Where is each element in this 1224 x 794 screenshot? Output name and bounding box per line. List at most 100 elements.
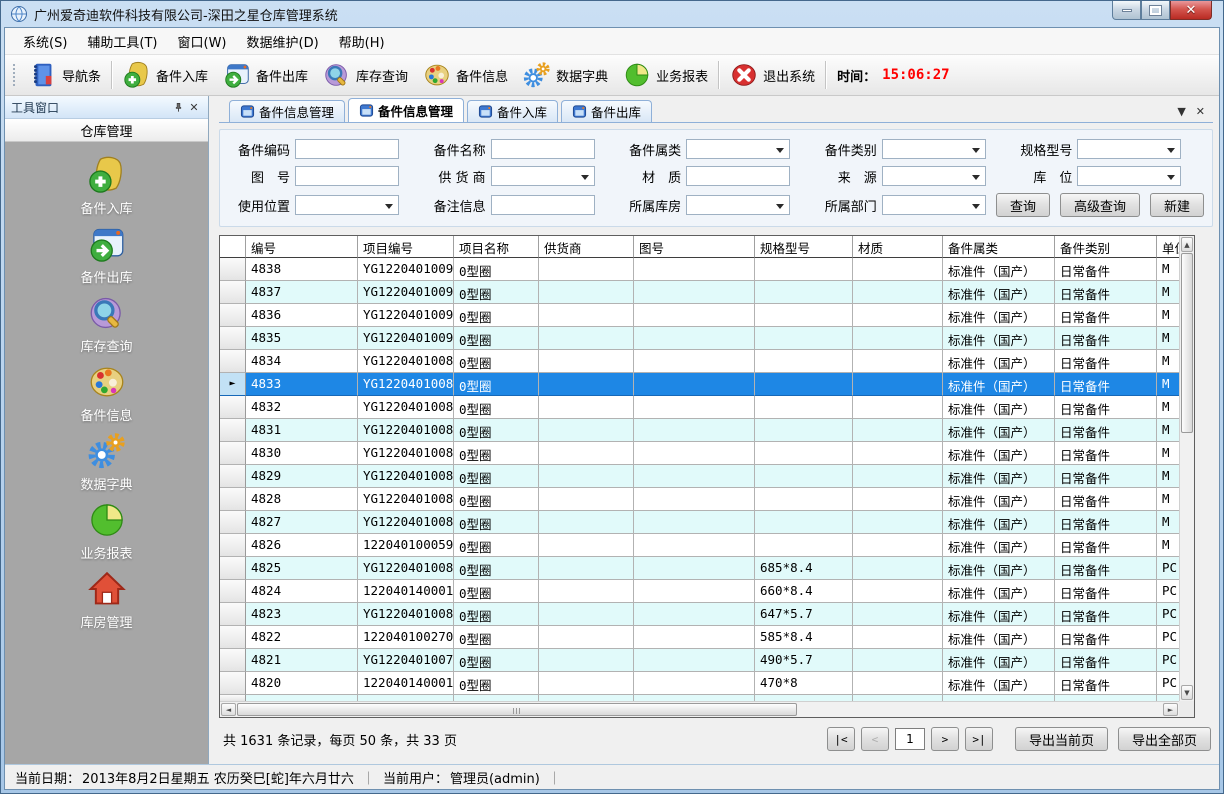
- column-header[interactable]: 材质: [853, 236, 943, 258]
- table-row[interactable]: 4837YG122040100920型圈标准件（国产）日常备件M: [220, 281, 1179, 304]
- row-selector-cell[interactable]: [220, 396, 246, 419]
- row-selector-cell[interactable]: [220, 350, 246, 373]
- row-selector-cell[interactable]: [220, 327, 246, 350]
- column-header[interactable]: 项目名称: [454, 236, 539, 258]
- table-row[interactable]: 4838YG122040100930型圈标准件（国产）日常备件M: [220, 258, 1179, 281]
- horizontal-scroll-thumb[interactable]: [237, 703, 797, 716]
- scroll-down-icon[interactable]: ▼: [1181, 685, 1193, 700]
- row-selector-cell[interactable]: [220, 603, 246, 626]
- part-name-input[interactable]: [491, 139, 595, 159]
- scroll-up-icon[interactable]: ▲: [1181, 237, 1193, 252]
- table-row[interactable]: 4835YG122040100900型圈标准件（国产）日常备件M: [220, 327, 1179, 350]
- row-selector-cell[interactable]: [220, 442, 246, 465]
- part-code-input[interactable]: [295, 139, 399, 159]
- table-row[interactable]: 4827YG122040100820型圈标准件（国产）日常备件M: [220, 511, 1179, 534]
- column-header[interactable]: 项目编号: [358, 236, 454, 258]
- sidebar-item-stock-query[interactable]: 库存查询: [5, 292, 208, 361]
- row-selector-cell[interactable]: [220, 488, 246, 511]
- location-select[interactable]: [1077, 166, 1181, 186]
- table-row[interactable]: 4832YG122040100870型圈标准件（国产）日常备件M: [220, 396, 1179, 419]
- prev-page-button[interactable]: <: [861, 727, 889, 751]
- pin-icon[interactable]: [170, 99, 186, 115]
- sidebar-item-parts-info[interactable]: 备件信息: [5, 361, 208, 430]
- column-header[interactable]: 编号: [246, 236, 358, 258]
- table-row[interactable]: 4825YG122040100810型圈685*8.4标准件（国产）日常备件PC: [220, 557, 1179, 580]
- sidebar-item-warehouse[interactable]: 库房管理: [5, 568, 208, 637]
- query-button[interactable]: 查询: [996, 193, 1050, 217]
- part-class-select[interactable]: [882, 139, 986, 159]
- column-header[interactable]: 供货商: [539, 236, 634, 258]
- scroll-left-icon[interactable]: ◄: [221, 703, 236, 716]
- supplier-select[interactable]: [491, 166, 595, 186]
- department-select[interactable]: [882, 195, 986, 215]
- row-selector-cell[interactable]: [220, 511, 246, 534]
- toolbar-button-parts-out[interactable]: 备件出库: [215, 58, 315, 92]
- tab-close-icon[interactable]: ✕: [1196, 105, 1205, 118]
- row-selector-cell[interactable]: [220, 672, 246, 695]
- table-row[interactable]: 482012204014000130型圈470*8标准件（国产）日常备件PC: [220, 672, 1179, 695]
- tab-list-dropdown-icon[interactable]: ▼: [1177, 105, 1185, 118]
- menu-item[interactable]: 窗口(W): [168, 29, 237, 54]
- table-row[interactable]: 4829YG122040100840型圈标准件（国产）日常备件M: [220, 465, 1179, 488]
- row-selector-cell[interactable]: ►: [220, 373, 246, 396]
- minimize-button[interactable]: [1112, 1, 1141, 20]
- advanced-query-button[interactable]: 高级查询: [1060, 193, 1140, 217]
- toolbar-button-data-dict[interactable]: 数据字典: [515, 58, 615, 92]
- menu-item[interactable]: 帮助(H): [329, 29, 395, 54]
- table-row[interactable]: 4830YG122040100850型圈标准件（国产）日常备件M: [220, 442, 1179, 465]
- column-header[interactable]: 备件类别: [1055, 236, 1157, 258]
- sidebar-item-report[interactable]: 业务报表: [5, 499, 208, 568]
- next-page-button[interactable]: >: [931, 727, 959, 751]
- new-button[interactable]: 新建: [1150, 193, 1204, 217]
- row-selector-cell[interactable]: [220, 626, 246, 649]
- row-selector-cell[interactable]: [220, 534, 246, 557]
- row-selector-cell[interactable]: [220, 465, 246, 488]
- sidebar-item-data-dict[interactable]: 数据字典: [5, 430, 208, 499]
- page-number-input[interactable]: 1: [895, 728, 925, 750]
- row-selector-cell[interactable]: [220, 304, 246, 327]
- tab-2[interactable]: 备件入库: [467, 100, 558, 122]
- remark-input[interactable]: [491, 195, 595, 215]
- row-selector-cell[interactable]: [220, 580, 246, 603]
- material-input[interactable]: [686, 166, 790, 186]
- export-current-page-button[interactable]: 导出当前页: [1015, 727, 1108, 751]
- last-page-button[interactable]: >|: [965, 727, 993, 751]
- tab-0[interactable]: 备件信息管理: [229, 100, 345, 122]
- tool-window-close-icon[interactable]: ✕: [186, 99, 202, 115]
- menu-item[interactable]: 数据维护(D): [237, 29, 329, 54]
- first-page-button[interactable]: |<: [827, 727, 855, 751]
- table-row[interactable]: 4821YG122040100790型圈490*5.7标准件（国产）日常备件PC: [220, 649, 1179, 672]
- scroll-right-icon[interactable]: ►: [1163, 703, 1178, 716]
- table-row[interactable]: 482412204014000120型圈660*8.4标准件（国产）日常备件PC: [220, 580, 1179, 603]
- column-header[interactable]: 备件属类: [943, 236, 1055, 258]
- table-row[interactable]: 4836YG122040100910型圈标准件（国产）日常备件M: [220, 304, 1179, 327]
- column-header[interactable]: 图号: [634, 236, 755, 258]
- column-header[interactable]: 单位: [1157, 236, 1179, 258]
- table-row[interactable]: 4834YG122040100890型圈标准件（国产）日常备件M: [220, 350, 1179, 373]
- menu-item[interactable]: 系统(S): [13, 29, 77, 54]
- table-row[interactable]: 4823YG122040100800型圈647*5.7标准件（国产）日常备件PC: [220, 603, 1179, 626]
- drawing-no-input[interactable]: [295, 166, 399, 186]
- table-row[interactable]: 482212204010027000型圈585*8.4标准件（国产）日常备件PC: [220, 626, 1179, 649]
- toolbar-button-stock-query[interactable]: 库存查询: [315, 58, 415, 92]
- table-row[interactable]: ►4833YG122040100880型圈标准件（国产）日常备件M: [220, 373, 1179, 396]
- close-button[interactable]: ✕: [1170, 1, 1212, 20]
- vertical-scroll-thumb[interactable]: [1181, 253, 1193, 433]
- toolbar-button-report[interactable]: 业务报表: [615, 58, 715, 92]
- horizontal-scrollbar[interactable]: ◄ ►: [220, 701, 1179, 717]
- column-header[interactable]: 规格型号: [755, 236, 853, 258]
- row-selector-cell[interactable]: [220, 258, 246, 281]
- table-row[interactable]: 482612204010005990型圈标准件（国产）日常备件M: [220, 534, 1179, 557]
- warehouse-select[interactable]: [686, 195, 790, 215]
- row-selector-cell[interactable]: [220, 419, 246, 442]
- tab-3[interactable]: 备件出库: [561, 100, 652, 122]
- spec-model-select[interactable]: [1077, 139, 1181, 159]
- tab-1[interactable]: 备件信息管理: [348, 98, 464, 122]
- row-selector-cell[interactable]: [220, 557, 246, 580]
- toolbar-button-parts-in[interactable]: 备件入库: [115, 58, 215, 92]
- source-select[interactable]: [882, 166, 986, 186]
- table-row[interactable]: 4831YG122040100860型圈标准件（国产）日常备件M: [220, 419, 1179, 442]
- toolbar-button-exit[interactable]: 退出系统: [722, 58, 822, 92]
- part-category-select[interactable]: [686, 139, 790, 159]
- export-all-pages-button[interactable]: 导出全部页: [1118, 727, 1211, 751]
